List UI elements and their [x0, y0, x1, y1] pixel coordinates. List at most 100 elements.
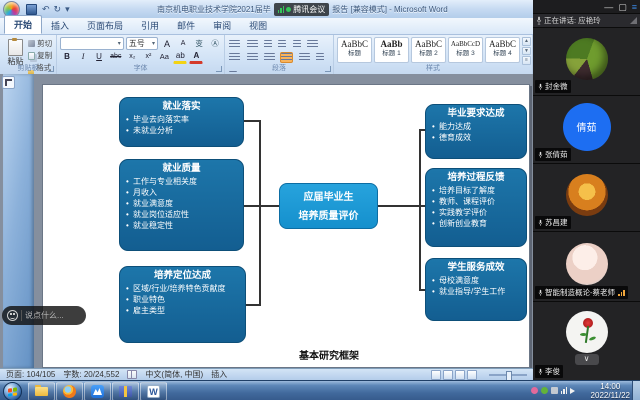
- increase-indent-icon[interactable]: [293, 40, 301, 49]
- avatar: [566, 174, 608, 216]
- grow-font-button[interactable]: A: [160, 37, 174, 50]
- decrease-indent-icon[interactable]: [278, 40, 286, 49]
- word-icon: [147, 385, 160, 398]
- redo-icon[interactable]: ↻: [54, 1, 62, 17]
- language-indicator[interactable]: 中文(简体, 中国): [145, 369, 203, 380]
- participant-tile[interactable]: 封金微: [533, 28, 640, 96]
- share-icon[interactable]: [630, 17, 637, 24]
- tab-view[interactable]: 视图: [240, 17, 276, 34]
- tab-references[interactable]: 引用: [132, 17, 168, 34]
- word-count[interactable]: 字数: 20/24,552: [63, 369, 119, 380]
- clipboard-dialog-launcher[interactable]: [48, 66, 54, 72]
- scissors-icon: [28, 40, 35, 47]
- copy-button[interactable]: 复制: [28, 50, 56, 61]
- network-icon[interactable]: [561, 387, 568, 394]
- mic-icon: [538, 289, 543, 297]
- style-card-heading1[interactable]: AaBb标题 1: [374, 37, 409, 63]
- emoji-icon[interactable]: [7, 310, 18, 321]
- character-border-button[interactable]: Ⓐ: [208, 37, 222, 50]
- taskbar-item-archiver[interactable]: [112, 382, 139, 400]
- styles-gallery-scrollbar[interactable]: ▲▼≡: [522, 37, 531, 65]
- cut-button[interactable]: 剪切: [28, 38, 56, 49]
- taskbar-item-meeting[interactable]: [84, 382, 111, 400]
- font-size-combo[interactable]: 五号▾: [126, 37, 158, 50]
- strikethrough-button[interactable]: abc: [108, 50, 123, 63]
- tab-page-layout[interactable]: 页面布局: [78, 17, 132, 34]
- group-clipboard: 粘贴 剪切 复制 格式刷 剪贴板: [0, 35, 57, 74]
- subscript-button[interactable]: x₂: [125, 50, 139, 63]
- align-right-icon[interactable]: [264, 53, 275, 62]
- style-card-heading4[interactable]: AaBbC标题 4: [485, 37, 520, 63]
- underline-button[interactable]: U: [92, 50, 106, 63]
- start-button[interactable]: [3, 382, 22, 400]
- taskbar-item-firefox[interactable]: [56, 382, 83, 400]
- zoom-slider[interactable]: [489, 374, 527, 376]
- font-name-combo[interactable]: ▾: [60, 37, 124, 50]
- system-tray: [531, 387, 579, 394]
- taskbar-item-explorer[interactable]: [28, 382, 55, 400]
- tray-icon[interactable]: [531, 387, 538, 394]
- shading-icon[interactable]: [316, 53, 324, 62]
- paragraph-dialog-launcher[interactable]: [325, 66, 331, 72]
- document-page[interactable]: 就业落实 毕业去向落实率 未就业分析 就业质量 工作与专业相关度 月收入 就业满…: [42, 84, 530, 368]
- ruler-toggle-button[interactable]: [2, 76, 15, 89]
- menu-icon[interactable]: ≡: [632, 1, 637, 13]
- meeting-chat-input[interactable]: 说点什么...: [2, 306, 86, 325]
- taskbar-clock[interactable]: 14:00 2022/11/22: [591, 382, 630, 400]
- minimize-icon[interactable]: —: [604, 1, 613, 13]
- bold-button[interactable]: B: [60, 50, 74, 63]
- participant-tile[interactable]: 智能制造概论-蔡老师: [533, 232, 640, 302]
- style-card-heading3[interactable]: AaBbCcD标题 3: [448, 37, 483, 63]
- diagram-caption: 基本研究框架: [229, 347, 429, 362]
- change-case-button[interactable]: Aa: [157, 50, 171, 63]
- highlight-color-button[interactable]: ab: [173, 49, 187, 64]
- undo-icon[interactable]: ↶: [42, 1, 50, 17]
- firefox-icon: [63, 385, 76, 398]
- network-signal-icon: [618, 290, 625, 296]
- style-card-title[interactable]: AaBbC标题: [337, 37, 372, 63]
- tab-review[interactable]: 审阅: [204, 17, 240, 34]
- chat-placeholder: 说点什么...: [25, 310, 64, 321]
- align-left-icon[interactable]: [229, 53, 240, 62]
- signal-icon: [278, 6, 285, 13]
- taskbar-item-word[interactable]: [140, 382, 167, 400]
- folder-icon: [35, 387, 48, 396]
- proofing-icon[interactable]: [127, 370, 137, 379]
- save-icon[interactable]: [26, 4, 37, 15]
- title-right: 报告 [兼容模式] - Microsoft Word: [332, 4, 447, 15]
- connector-line: [246, 304, 260, 306]
- participant-tile[interactable]: 李俊: [533, 302, 640, 380]
- tab-insert[interactable]: 插入: [42, 17, 78, 34]
- show-desktop-button[interactable]: [632, 381, 640, 400]
- participant-tile[interactable]: 倩茹 张倩茹: [533, 96, 640, 164]
- insert-mode[interactable]: 插入: [211, 369, 227, 380]
- superscript-button[interactable]: x²: [141, 50, 155, 63]
- page-indicator[interactable]: 页面: 104/105: [6, 369, 55, 380]
- tray-icon[interactable]: [551, 387, 558, 394]
- justify-icon[interactable]: [281, 53, 292, 62]
- sort-icon[interactable]: [307, 40, 318, 49]
- align-center-icon[interactable]: [247, 53, 258, 62]
- line-spacing-icon[interactable]: [299, 53, 310, 62]
- font-color-button[interactable]: A: [189, 49, 203, 64]
- qat-dropdown-icon[interactable]: ▾: [65, 1, 70, 17]
- font-dialog-launcher[interactable]: [216, 66, 222, 72]
- tray-icon[interactable]: [541, 387, 548, 394]
- title-left: 南京机电职业技术学院2021届毕: [157, 4, 271, 15]
- italic-button[interactable]: I: [76, 50, 90, 63]
- paste-button[interactable]: 粘贴: [3, 37, 28, 65]
- volume-icon[interactable]: [570, 388, 578, 394]
- multilevel-list-icon[interactable]: [264, 40, 272, 49]
- participant-tile[interactable]: 苏昌建: [533, 164, 640, 232]
- meeting-status-badge[interactable]: 腾讯会议: [274, 3, 330, 16]
- bullets-icon[interactable]: [229, 40, 240, 49]
- view-buttons[interactable]: [431, 370, 477, 380]
- maximize-icon[interactable]: ▢: [618, 1, 627, 13]
- ribbon-tabs: 开始 插入 页面布局 引用 邮件 审阅 视图: [0, 18, 533, 35]
- tab-mailings[interactable]: 邮件: [168, 17, 204, 34]
- mic-icon: [536, 16, 542, 25]
- tab-home[interactable]: 开始: [4, 15, 42, 34]
- chevron-down-icon[interactable]: [575, 354, 599, 365]
- style-card-heading2[interactable]: AaBbC标题 2: [411, 37, 446, 63]
- numbering-icon[interactable]: [247, 40, 258, 49]
